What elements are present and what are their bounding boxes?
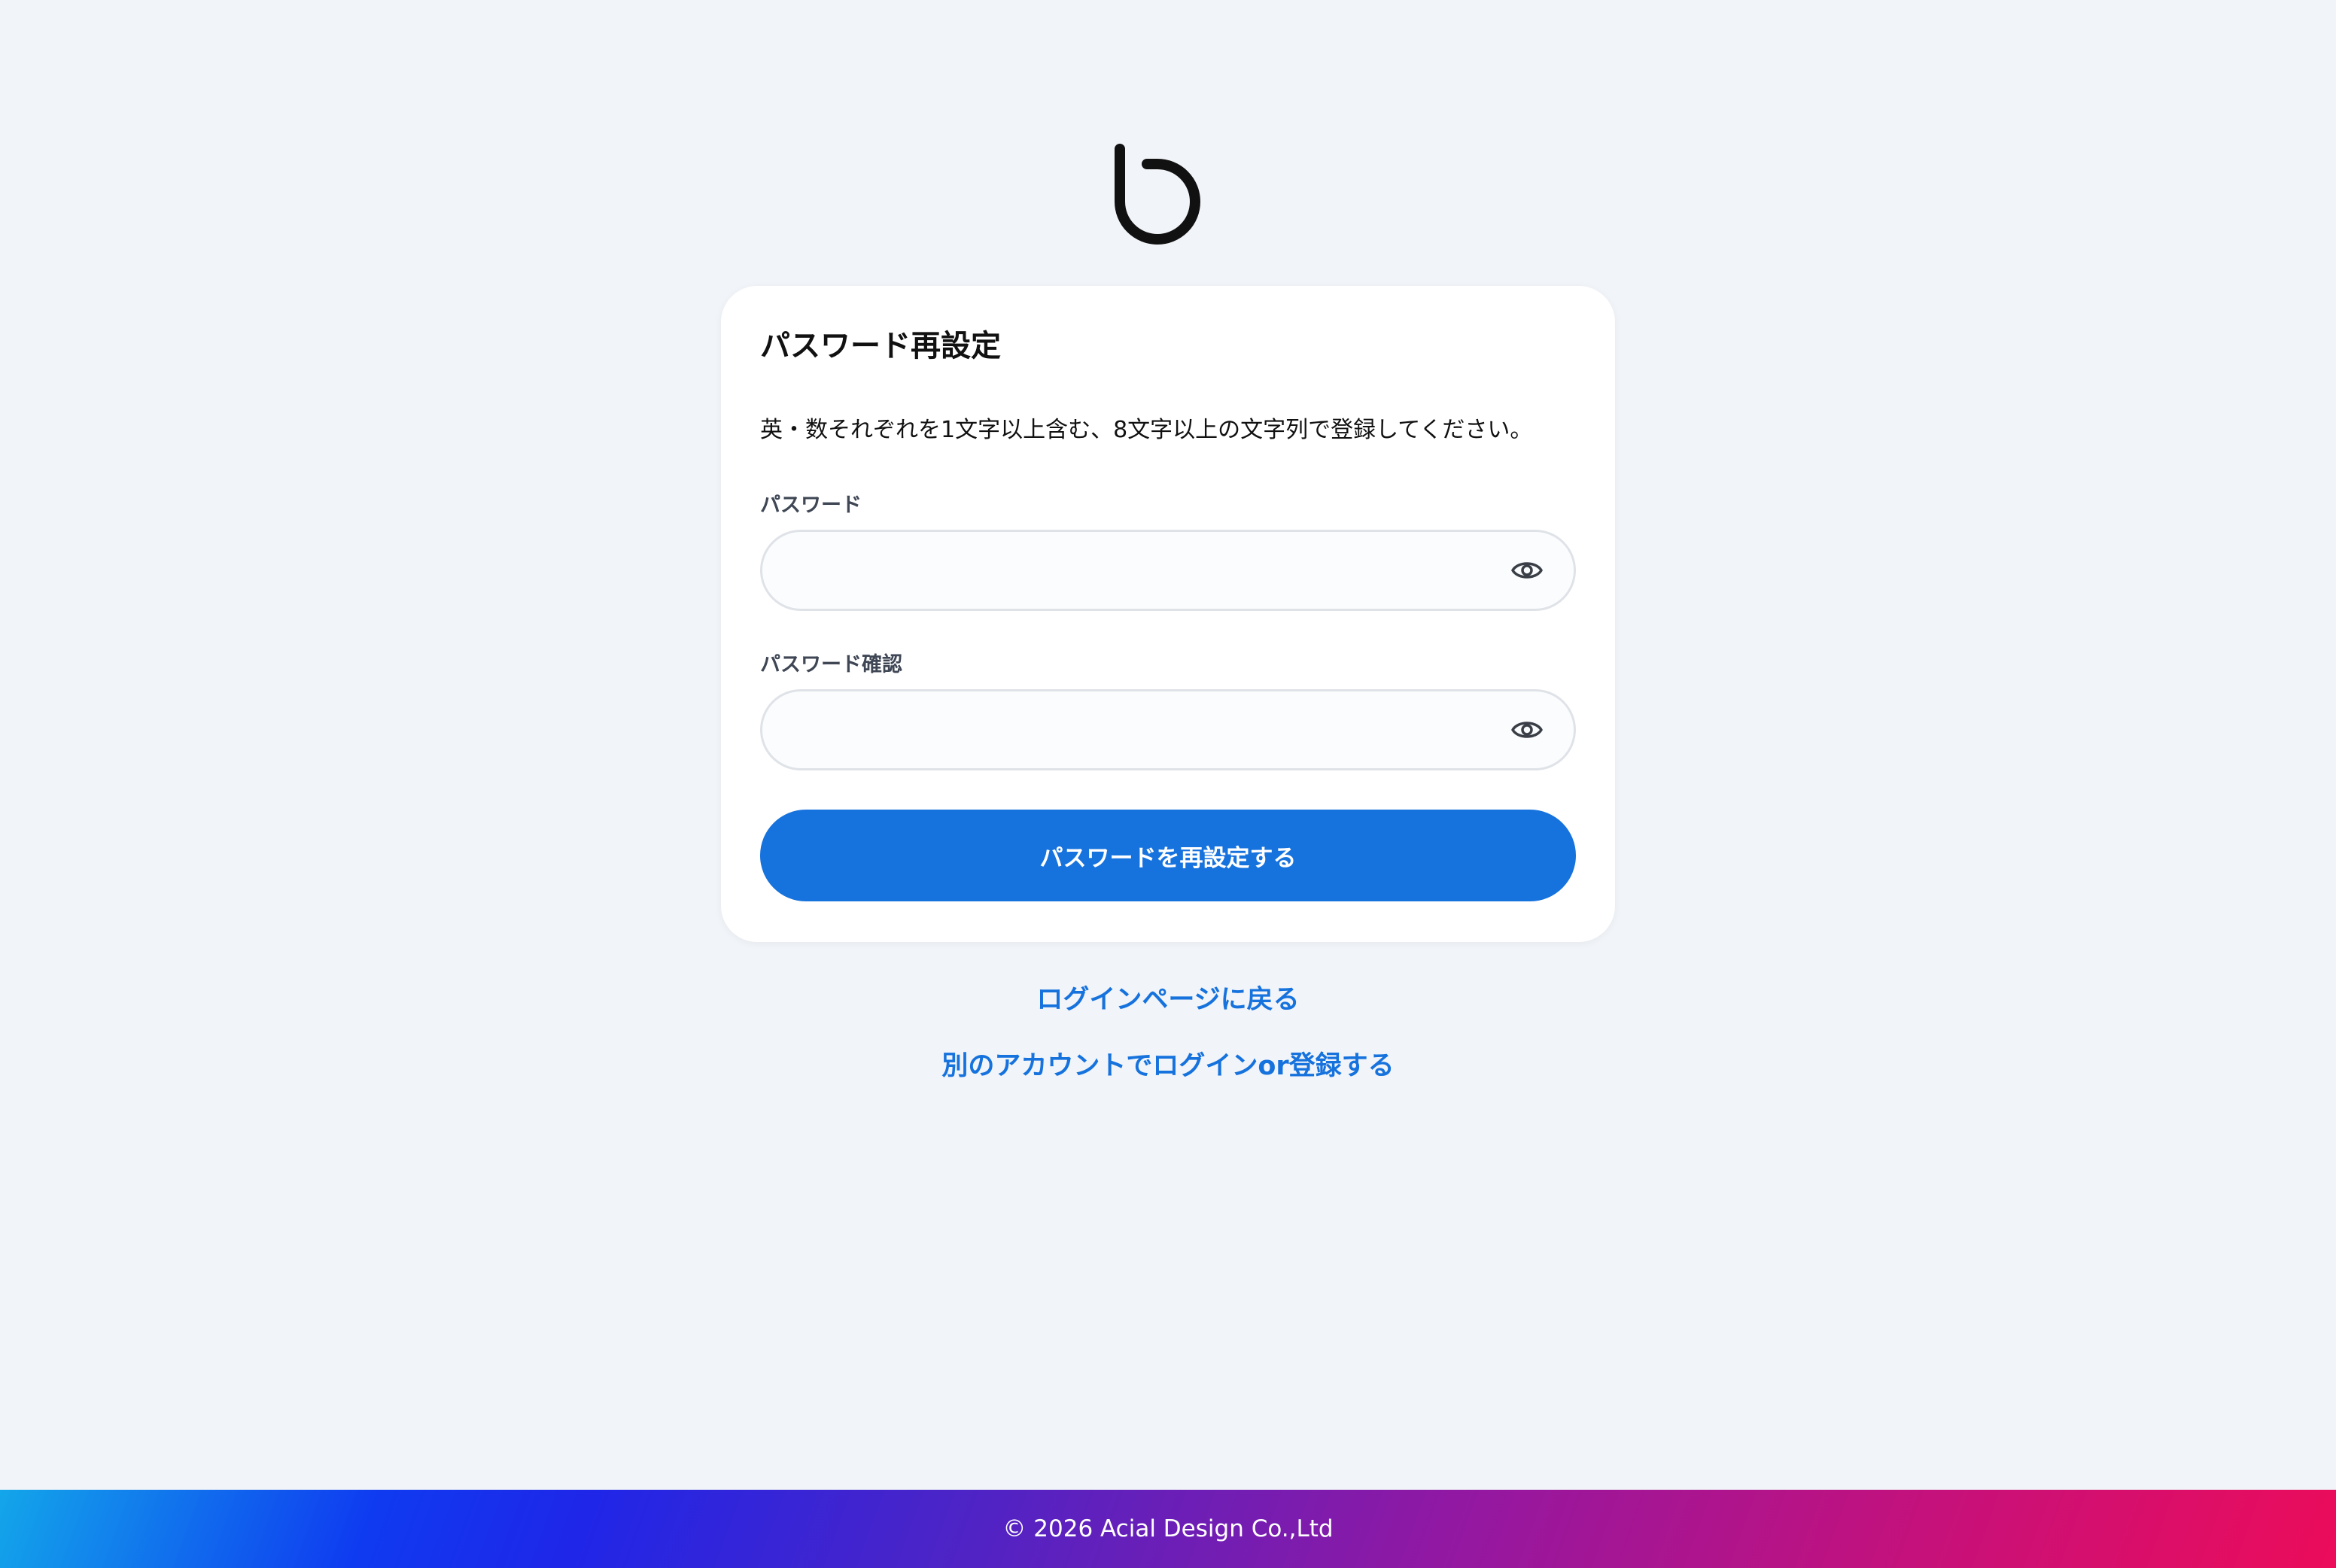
password-rule-description: 英・数それぞれを1文字以上含む、8文字以上の文字列で登録してください。 (760, 417, 1533, 443)
b-plus-logo-icon (1115, 128, 1219, 245)
password-confirm-label: パスワード確認 (760, 653, 902, 676)
footer: © 2026 Acial Design Co.,Ltd (0, 1490, 2336, 1568)
copyright-text: © 2026 Acial Design Co.,Ltd (1002, 1515, 1334, 1542)
back-to-login-link-row: ログインページに戻る (0, 984, 2336, 1016)
password-label: パスワード (760, 494, 862, 517)
reset-password-card: パスワード再設定 英・数それぞれを1文字以上含む、8文字以上の文字列で登録してく… (721, 286, 1615, 942)
password-input[interactable] (792, 532, 1473, 610)
other-account-login-link[interactable]: 別のアカウントでログインor登録する (941, 1051, 1394, 1081)
reset-password-button[interactable]: パスワードを再設定する (760, 810, 1576, 901)
show-password-eye-icon[interactable] (1510, 555, 1544, 585)
password-field[interactable] (760, 530, 1576, 611)
page-title: パスワード再設定 (760, 329, 1001, 363)
password-confirm-field[interactable] (760, 689, 1576, 770)
other-account-link-row: 別のアカウントでログインor登録する (0, 1050, 2336, 1082)
back-to-login-link[interactable]: ログインページに戻る (1036, 985, 1299, 1015)
show-password-confirm-eye-icon[interactable] (1510, 715, 1544, 745)
password-confirm-input[interactable] (792, 691, 1473, 770)
